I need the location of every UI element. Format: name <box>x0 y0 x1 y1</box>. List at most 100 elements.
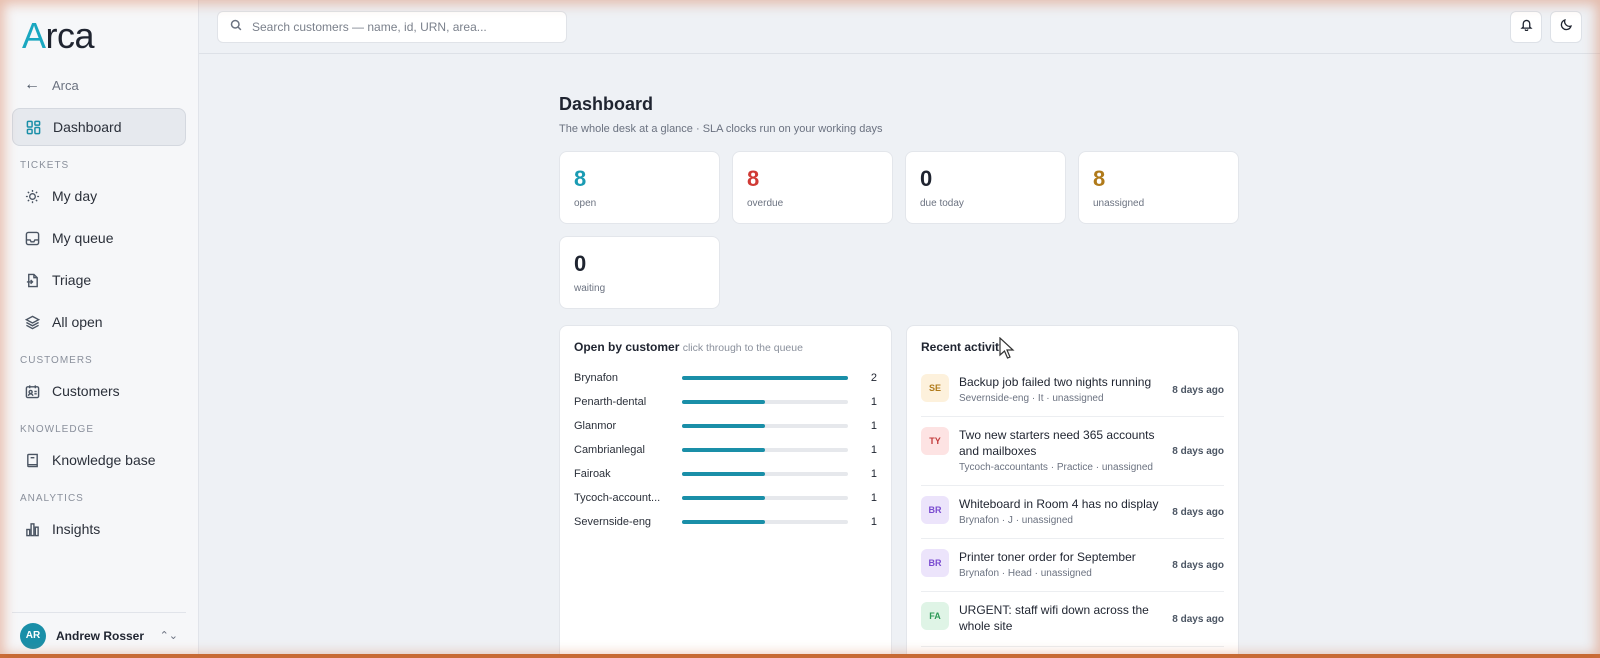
stat-label: unassigned <box>1093 198 1145 209</box>
section-label-analytics: ANALYTICS <box>20 493 84 504</box>
stat-card[interactable]: 0 waiting <box>559 236 720 309</box>
sidebar-item-knowledge-base[interactable]: Knowledge base <box>12 441 186 479</box>
activity-item[interactable]: BR Printer toner order for September Bryna… <box>921 539 1224 592</box>
stat-value: 8 <box>1093 166 1106 191</box>
moon-icon <box>1560 18 1573 36</box>
activity-body: URGENT: staff wifi down across the whole… <box>959 602 1162 636</box>
activity-time: 8 days ago <box>1172 445 1224 457</box>
activity-meta: Brynafon · Head · unassigned <box>959 568 1092 579</box>
dashboard-content: Dashboard The whole desk at a glance · S… <box>559 94 1239 658</box>
customer-bar-row[interactable]: Cambrianlegal 1 <box>574 438 877 462</box>
stat-value: 0 <box>920 166 933 191</box>
customer-count: 1 <box>870 468 877 480</box>
sidebar-item-all-open[interactable]: All open <box>12 303 186 341</box>
open-by-customer-panel: Open by customer click through to the qu… <box>559 325 892 658</box>
bar-fill <box>682 424 765 428</box>
customer-bar-row[interactable]: Fairoak 1 <box>574 462 877 486</box>
activity-item[interactable]: BR Whiteboard in Room 4 has no display Bry… <box>921 486 1224 539</box>
bar-track <box>682 520 848 524</box>
customer-name: Penarth-dental <box>574 396 647 408</box>
sidebar-item-insights[interactable]: Insights <box>12 510 186 548</box>
stat-value: 8 <box>574 166 587 191</box>
customer-bars: Brynafon 2 Penarth-dental 1 Glanmor 1 Cambrian… <box>574 366 877 534</box>
layers-icon <box>24 314 40 330</box>
sidebar-item-label: My queue <box>52 230 114 246</box>
customer-bar-row[interactable]: Tycoch-account... 1 <box>574 486 877 510</box>
panels: Open by customer click through to the qu… <box>559 325 1239 658</box>
sidebar: Arca ← Arca Dashboard TICKETS My day My … <box>0 0 199 658</box>
arrow-left-icon: ← <box>24 76 40 93</box>
stat-card[interactable]: 8 unassigned <box>1078 151 1239 224</box>
bar-chart-icon <box>24 521 40 537</box>
user-name: Andrew Rosser <box>56 628 145 643</box>
bar-fill <box>682 448 765 452</box>
page-subtitle: The whole desk at a glance · SLA clocks … <box>559 123 883 135</box>
sidebar-item-label: Dashboard <box>53 119 122 135</box>
bar-track <box>682 424 848 428</box>
stat-card[interactable]: 0 due today <box>905 151 1066 224</box>
sidebar-item-label: Triage <box>52 272 92 288</box>
search-box[interactable] <box>217 10 567 43</box>
notifications-button[interactable] <box>1510 11 1542 43</box>
activity-body: Backup job failed two nights running Seve… <box>959 374 1162 406</box>
user-menu[interactable]: AR Andrew Rosser ⌃⌄ <box>12 612 186 658</box>
activity-time: 8 days ago <box>1172 506 1224 518</box>
customer-name: Severnside-eng <box>574 516 652 528</box>
panel-hint: click through to the queue <box>682 342 803 354</box>
customer-bar-row[interactable]: Penarth-dental 1 <box>574 390 877 414</box>
customer-count: 2 <box>870 372 877 384</box>
activity-item[interactable]: TY Two new starters need 365 accounts and… <box>921 417 1224 486</box>
stat-label: waiting <box>574 283 606 294</box>
page-title: Dashboard <box>559 94 654 114</box>
stat-card[interactable]: 8 open <box>559 151 720 224</box>
sidebar-item-label: Insights <box>52 521 101 537</box>
customer-bar-row[interactable]: Severnside-eng 1 <box>574 510 877 534</box>
activity-body: Two new starters need 365 accounts and m… <box>959 427 1162 475</box>
search-input[interactable] <box>252 19 552 34</box>
avatar: AR <box>20 622 46 649</box>
stat-value: 8 <box>747 166 760 191</box>
bar-fill <box>682 472 765 476</box>
activity-body: Whiteboard in Room 4 has no display Bryna… <box>959 496 1162 528</box>
activity-meta: Brynafon · J · unassigned <box>959 515 1073 526</box>
main-area: Dashboard The whole desk at a glance · S… <box>199 0 1600 658</box>
customer-badge: BR <box>921 496 949 524</box>
sidebar-item-label: Knowledge base <box>52 452 156 468</box>
sidebar-item-label: All open <box>52 314 103 330</box>
customer-bar-row[interactable]: Brynafon 2 <box>574 366 877 390</box>
section-label-customers: CUSTOMERS <box>20 355 93 366</box>
activity-list: SE Backup job failed two nights running Se… <box>921 364 1224 647</box>
inbox-icon <box>24 230 40 246</box>
sidebar-item-label: My day <box>52 188 98 204</box>
customer-count: 1 <box>870 420 877 432</box>
sidebar-item-customers[interactable]: Customers <box>12 372 186 410</box>
bar-fill <box>682 520 765 524</box>
sidebar-item-my-day[interactable]: My day <box>12 177 186 215</box>
theme-toggle-button[interactable] <box>1550 11 1582 43</box>
section-label-tickets: TICKETS <box>20 160 70 171</box>
activity-title: Backup job failed two nights running <box>959 375 1152 389</box>
stat-label: overdue <box>747 198 784 209</box>
activity-meta: Severnside-eng · It · unassigned <box>959 393 1104 404</box>
chevron-up-down-icon: ⌃⌄ <box>159 630 178 642</box>
bell-icon <box>1519 18 1533 36</box>
arca-logo[interactable]: Arca <box>12 0 186 72</box>
section-label-knowledge: KNOWLEDGE <box>20 424 95 435</box>
activity-time: 8 days ago <box>1172 559 1224 571</box>
bottom-edge <box>0 654 1600 658</box>
stat-card[interactable]: 8 overdue <box>732 151 893 224</box>
activity-item[interactable]: FA URGENT: staff wifi down across the who… <box>921 592 1224 647</box>
contact-card-icon <box>24 383 40 399</box>
bar-track <box>682 448 848 452</box>
sidebar-item-my-queue[interactable]: My queue <box>12 219 186 257</box>
stat-cards: 8 open 8 overdue 0 due today 8 unassigned 0 waiti… <box>559 151 1239 309</box>
file-import-icon <box>24 272 40 288</box>
panel-title: Open by customer click through to the qu… <box>574 340 877 354</box>
activity-item[interactable]: SE Backup job failed two nights running Se… <box>921 364 1224 417</box>
customer-bar-row[interactable]: Glanmor 1 <box>574 414 877 438</box>
sidebar-item-triage[interactable]: Triage <box>12 261 186 299</box>
topbar <box>199 0 1600 54</box>
back-link[interactable]: ← Arca <box>12 72 186 98</box>
sidebar-item-dashboard[interactable]: Dashboard <box>12 108 186 146</box>
bar-fill <box>682 496 765 500</box>
